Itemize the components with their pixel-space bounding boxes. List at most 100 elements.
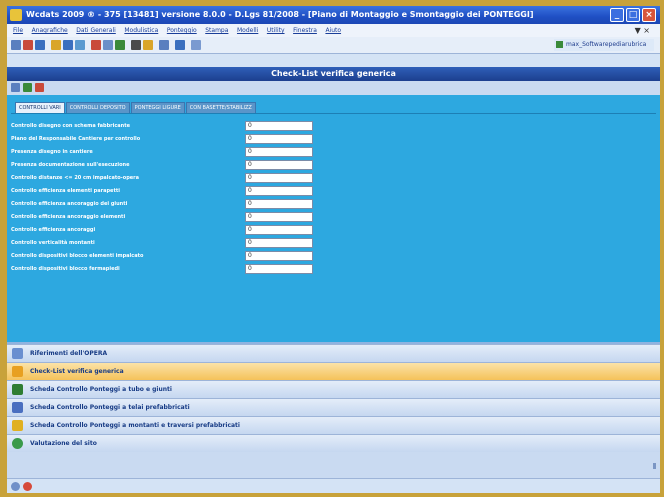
toolbar: max_Softwarepediarubrica (7, 37, 660, 54)
checklist-field[interactable]: 0 (245, 160, 313, 170)
globe-tool-icon[interactable] (175, 40, 185, 50)
checklist-label: Piano del Responsabile Cantiere per cont… (11, 136, 141, 142)
application-window: Wcdats 2009 ® - 375 [13481] versione 8.0… (7, 6, 660, 493)
save-icon[interactable] (35, 40, 45, 50)
help-icon[interactable] (191, 40, 201, 50)
panel-title: Check-List verifica generica (7, 67, 660, 81)
nav-item-valutazione-sito[interactable]: Valutazione del sito (7, 434, 660, 452)
menu-anagrafiche[interactable]: Anagrafiche (32, 24, 68, 37)
status-icon (11, 482, 20, 491)
checklist-row: Controllo efficienza ancoraggi 0 (11, 224, 331, 236)
alert-icon (23, 482, 32, 491)
nav-item-label: Scheda Controllo Ponteggi a tubo e giunt… (30, 386, 172, 393)
user-label: max_Softwarepediarubrica (566, 41, 647, 48)
menu-ponteggio[interactable]: Ponteggio (167, 24, 197, 37)
checklist-field[interactable]: 0 (245, 173, 313, 183)
checklist-row: Controllo disegno con schema fabbricante… (11, 120, 331, 132)
chevron-icon[interactable] (653, 463, 656, 469)
menu-modelli[interactable]: Modelli (237, 24, 258, 37)
checklist-field[interactable]: 0 (245, 199, 313, 209)
status-bar (7, 478, 660, 493)
checklist-label: Presenza disegno in cantiere (11, 149, 93, 155)
checklist-row: Presenza documentazione sull'esecuzione 0 (11, 159, 331, 171)
checklist-label: Controllo efficienza ancoraggi (11, 227, 96, 233)
menu-bar: File Anagrafiche Dati Generali Modulisti… (7, 24, 660, 37)
copy-icon[interactable] (75, 40, 85, 50)
checklist-field[interactable]: 0 (245, 147, 313, 157)
checklist-field[interactable]: 0 (245, 134, 313, 144)
menu-file[interactable]: File (13, 24, 23, 37)
checklist-field[interactable]: 0 (245, 121, 313, 131)
sub-toolbar (7, 81, 660, 95)
nav-item-label: Check-List verifica generica (30, 368, 124, 375)
title-bar[interactable]: Wcdats 2009 ® - 375 [13481] versione 8.0… (7, 6, 660, 24)
user-icon (556, 41, 563, 48)
frame-icon (12, 402, 23, 413)
folder-icon[interactable] (143, 40, 153, 50)
checklist-row: Controllo verticalità montanti 0 (11, 237, 331, 249)
checklist-field[interactable]: 0 (245, 186, 313, 196)
menu-modulistica[interactable]: Modulistica (124, 24, 158, 37)
checklist-form: Controllo disegno con schema fabbricante… (11, 113, 656, 337)
confirm-icon[interactable] (23, 83, 32, 92)
checklist-label: Controllo efficienza ancoraggio dei giun… (11, 201, 128, 207)
scaffold-icon (12, 384, 23, 395)
maximize-button[interactable]: □ (626, 8, 640, 22)
checklist-row: Presenza disegno in cantiere 0 (11, 146, 331, 158)
nav-item-riferimenti-opera[interactable]: Riferimenti dell'OPERA (7, 344, 660, 362)
nav-item-telai[interactable]: Scheda Controllo Ponteggi a telai prefab… (7, 398, 660, 416)
checklist-row: Piano del Responsabile Cantiere per cont… (11, 133, 331, 145)
checklist-field[interactable]: 0 (245, 238, 313, 248)
menu-stampa[interactable]: Stampa (205, 24, 228, 37)
menu-finestra[interactable]: Finestra (293, 24, 317, 37)
nav-item-checklist[interactable]: Check-List verifica generica (7, 362, 660, 380)
new-icon[interactable] (11, 40, 21, 50)
nav-item-label: Valutazione del sito (30, 440, 97, 447)
nav-item-tubo-giunti[interactable]: Scheda Controllo Ponteggi a tubo e giunt… (7, 380, 660, 398)
open-icon[interactable] (23, 40, 33, 50)
checklist-field[interactable]: 0 (245, 251, 313, 261)
checklist-row: Controllo efficienza ancoraggio dei giun… (11, 198, 331, 210)
checklist-label: Presenza documentazione sull'esecuzione (11, 162, 130, 168)
user-indicator: max_Softwarepediarubrica (554, 39, 654, 51)
checklist-label: Controllo dispositivi blocco elementi im… (11, 253, 144, 259)
checklist-icon (12, 366, 23, 377)
checklist-label: Controllo efficienza elementi parapetti (11, 188, 120, 194)
binoculars-icon[interactable] (131, 40, 141, 50)
calc-icon[interactable] (115, 40, 125, 50)
globe-icon (12, 438, 23, 449)
close-button[interactable]: × (642, 8, 656, 22)
checklist-label: Controllo efficienza ancoraggio elementi (11, 214, 126, 220)
checklist-label: Controllo dispositivi blocco fermapiedi (11, 266, 120, 272)
tool-icon[interactable] (159, 40, 169, 50)
menu-dati-generali[interactable]: Dati Generali (76, 24, 116, 37)
edit-icon[interactable] (11, 83, 20, 92)
delete-icon[interactable] (91, 40, 101, 50)
checklist-row: Controllo dispositivi blocco fermapiedi 0 (11, 263, 331, 275)
checklist-label: Controllo disegno con schema fabbricante (11, 123, 131, 129)
checklist-field[interactable]: 0 (245, 264, 313, 274)
checklist-label: Controllo distanze <= 20 cm impalcato-op… (11, 175, 140, 181)
nav-pane-footer (7, 452, 660, 478)
pole-icon (12, 420, 23, 431)
mdi-controls[interactable]: ▼ × (635, 24, 650, 37)
checklist-panel: CONTROLLI VARI CONTROLLI DEPOSITO PONTEGGI… (7, 95, 660, 342)
checklist-field[interactable]: 0 (245, 212, 313, 222)
nav-item-label: Riferimenti dell'OPERA (30, 350, 108, 357)
checklist-row: Controllo efficienza ancoraggio elementi… (11, 211, 331, 223)
print-icon[interactable] (51, 40, 61, 50)
cancel-icon[interactable] (35, 83, 44, 92)
nav-item-montanti[interactable]: Scheda Controllo Ponteggi a montanti e t… (7, 416, 660, 434)
checklist-label: Controllo verticalità montanti (11, 240, 95, 246)
menu-utility[interactable]: Utility (267, 24, 285, 37)
checklist-row: Controllo efficienza elementi parapetti 0 (11, 185, 331, 197)
tab-strip: CONTROLLI VARI CONTROLLI DEPOSITO PONTEGGI… (15, 102, 257, 114)
checklist-row: Controllo distanze <= 20 cm impalcato-op… (11, 172, 331, 184)
minimize-button[interactable]: _ (610, 8, 624, 22)
preview-icon[interactable] (63, 40, 73, 50)
checklist-field[interactable]: 0 (245, 225, 313, 235)
table-icon[interactable] (103, 40, 113, 50)
menu-aiuto[interactable]: Aiuto (325, 24, 341, 37)
window-title: Wcdats 2009 ® - 375 [13481] versione 8.0… (26, 10, 534, 19)
checklist-row: Controllo dispositivi blocco elementi im… (11, 250, 331, 262)
